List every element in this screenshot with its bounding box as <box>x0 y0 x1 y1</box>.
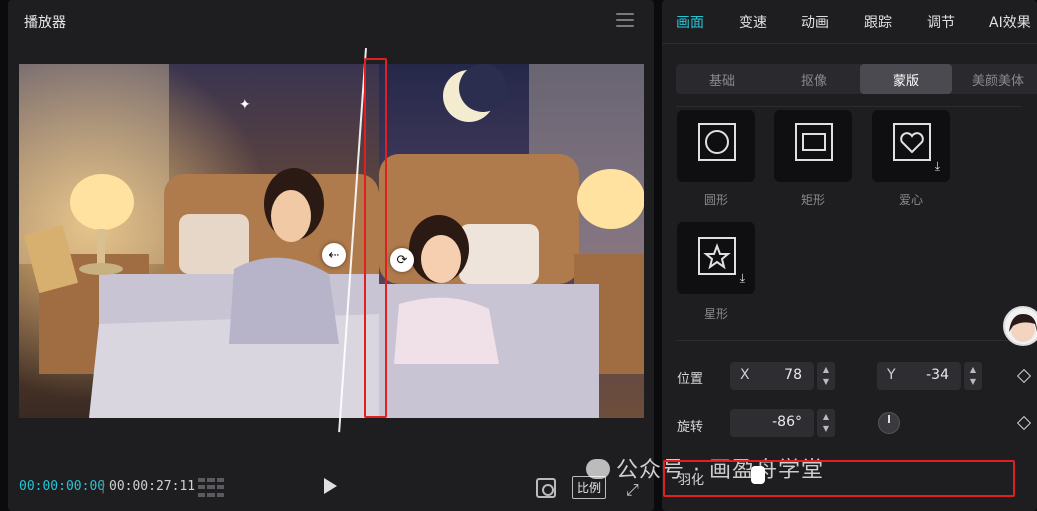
position-x-field[interactable]: X 78 <box>730 362 814 390</box>
rectangle-icon <box>795 123 833 161</box>
tab-speed[interactable]: 变速 <box>739 12 767 32</box>
video-preview[interactable]: ✦ ⇠ ⟳ <box>19 64 644 418</box>
subtab-cutout[interactable]: 抠像 <box>768 64 860 94</box>
rotation-stepper[interactable]: ▲ ▼ <box>817 409 835 437</box>
timecode-total: 00:00:27:11 <box>109 479 196 494</box>
rotation-knob[interactable] <box>878 412 900 434</box>
shape-label-rectangle: 矩形 <box>800 193 825 207</box>
position-y-value: -34 <box>926 367 949 383</box>
player-title: 播放器 <box>24 15 66 31</box>
position-y-stepper[interactable]: ▲ ▼ <box>964 362 982 390</box>
player-controls: 00:00:00:00 | 00:00:27:11 比例 ⤢ <box>8 470 654 506</box>
tab-animation[interactable]: 动画 <box>801 12 829 32</box>
player-panel: 播放器 ✦ ⇠ ⟳ 00:00:00:00 | 00:00:27:11 比例 ⤢ <box>8 0 654 511</box>
top-tabs: 画面 变速 动画 跟踪 调节 AI效果 <box>662 0 1037 44</box>
rotation-field[interactable]: -86° <box>730 409 814 437</box>
video-frame-right <box>379 64 644 418</box>
avatar[interactable] <box>1003 306 1037 346</box>
download-icon: ⤓ <box>739 271 745 285</box>
divider <box>676 340 1022 341</box>
mask-rotate-handle[interactable]: ⟳ <box>390 248 414 272</box>
tab-ai-effects[interactable]: AI效果 <box>989 12 1031 32</box>
timecode-current: 00:00:00:00 <box>19 479 106 494</box>
position-x-value: 78 <box>784 367 802 383</box>
subtab-beauty[interactable]: 美颜美体 <box>952 64 1037 94</box>
shape-star[interactable]: ⤓ <box>677 222 755 294</box>
shape-rectangle[interactable] <box>774 110 852 182</box>
sub-tabs: 基础 抠像 蒙版 美颜美体 <box>676 64 1037 94</box>
circle-icon <box>698 123 736 161</box>
wechat-icon <box>586 459 610 479</box>
focus-icon[interactable] <box>536 478 556 498</box>
mask-feather-handle[interactable]: ⇠ <box>322 243 346 267</box>
subtab-mask[interactable]: 蒙版 <box>860 64 952 94</box>
avatar-face <box>1009 314 1037 342</box>
svg-text:✦: ✦ <box>239 97 251 113</box>
rotation-label: 旋转 <box>677 420 704 435</box>
position-label: 位置 <box>677 372 704 387</box>
rotation-keyframe-icon[interactable] <box>1016 415 1032 431</box>
x-axis-label: X <box>740 367 750 383</box>
shape-label-star: 星形 <box>703 307 728 321</box>
play-button[interactable] <box>324 478 337 494</box>
shape-label-heart: 爱心 <box>898 193 923 207</box>
tab-adjust[interactable]: 调节 <box>927 12 955 32</box>
rotation-value: -86° <box>772 414 802 430</box>
position-x-stepper[interactable]: ▲ ▼ <box>817 362 835 390</box>
tab-picture[interactable]: 画面 <box>676 12 704 32</box>
position-keyframe-icon[interactable] <box>1016 368 1032 384</box>
properties-panel: 画面 变速 动画 跟踪 调节 AI效果 基础 抠像 蒙版 美颜美体 圆形 矩形 … <box>662 0 1037 511</box>
video-frame-left: ✦ <box>19 64 379 418</box>
position-y-field[interactable]: Y -34 <box>877 362 961 390</box>
grid-icon[interactable] <box>198 478 224 498</box>
highlight-box-feather <box>663 460 1015 497</box>
divider <box>676 106 1022 107</box>
subtab-basic[interactable]: 基础 <box>676 64 768 94</box>
shape-label-circle: 圆形 <box>703 193 728 207</box>
player-header: 播放器 <box>8 0 654 44</box>
timecode-separator: | <box>101 479 106 494</box>
shape-circle[interactable] <box>677 110 755 182</box>
download-icon: ⤓ <box>934 159 940 173</box>
shape-heart[interactable]: ⤓ <box>872 110 950 182</box>
highlight-box-mask <box>364 58 387 418</box>
tab-tracking[interactable]: 跟踪 <box>864 12 892 32</box>
menu-icon[interactable] <box>616 13 634 29</box>
y-axis-label: Y <box>887 367 896 383</box>
